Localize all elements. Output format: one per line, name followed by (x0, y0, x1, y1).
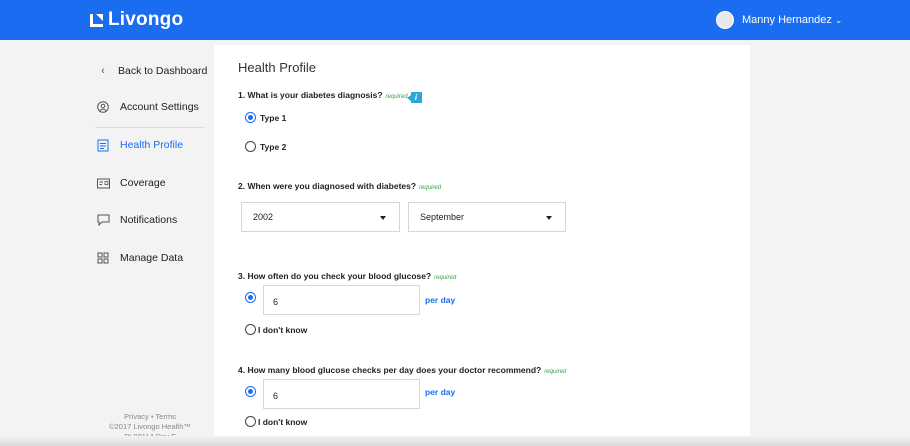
q3-checks-value: 6 (273, 297, 279, 307)
q3-dont-know-radio[interactable] (245, 324, 256, 335)
question-2: 2. When were you diagnosed with diabetes… (238, 181, 441, 191)
question-3-text: 3. How often do you check your blood glu… (238, 271, 432, 281)
sidebar: ‹ Back to Dashboard Account Settings Hea… (0, 40, 214, 446)
footer-copyright: ©2017 Livongo Health™ (109, 422, 191, 431)
back-to-dashboard-link[interactable]: ‹ Back to Dashboard (96, 64, 207, 78)
page-title: Health Profile (238, 60, 317, 75)
q4-checks-radio[interactable] (245, 386, 256, 397)
user-menu[interactable]: Manny Hernandez ⌄ (716, 11, 842, 29)
livongo-logo[interactable]: Livongo (89, 9, 183, 31)
month-select[interactable]: September (408, 202, 566, 232)
chevron-left-icon: ‹ (101, 65, 105, 77)
type-1-radio[interactable] (245, 112, 256, 123)
q3-checks-input[interactable]: 6 (263, 285, 420, 315)
sidebar-item-label: Health Profile (120, 139, 184, 151)
q3-dont-know-label: I don't know (258, 325, 308, 335)
livongo-logo-icon (89, 13, 104, 28)
document-icon (96, 138, 110, 152)
question-4: 4. How many blood glucose checks per day… (238, 365, 566, 375)
info-icon[interactable]: i (406, 92, 422, 103)
health-profile-panel: Health Profile 1. What is your diabetes … (214, 45, 750, 446)
sidebar-item-label: Manage Data (120, 252, 184, 264)
card-icon (96, 176, 110, 190)
sidebar-divider (95, 127, 205, 128)
brand-name: Livongo (108, 9, 184, 30)
account-icon (96, 100, 110, 114)
bottom-shadow (0, 436, 910, 446)
sidebar-item-account-settings[interactable]: Account Settings (96, 100, 199, 114)
type-2-label: Type 2 (260, 142, 287, 152)
sidebar-item-label: Coverage (120, 177, 166, 189)
footer-links[interactable]: Privacy • Terms (80, 412, 220, 422)
required-label: required (419, 185, 442, 191)
caret-down-icon (546, 216, 552, 220)
type-2-radio[interactable] (245, 141, 256, 152)
month-value: September (420, 212, 465, 222)
question-1-text: 1. What is your diabetes diagnosis? (238, 90, 383, 100)
q4-checks-input[interactable]: 6 (263, 379, 420, 409)
sidebar-item-health-profile[interactable]: Health Profile (96, 138, 183, 152)
sidebar-item-coverage[interactable]: Coverage (96, 176, 166, 190)
sidebar-item-label: Account Settings (120, 101, 199, 113)
year-select[interactable]: 2002 (241, 202, 400, 232)
sidebar-item-label: Notifications (120, 214, 178, 226)
required-label: required (385, 94, 408, 100)
back-label: Back to Dashboard (118, 65, 208, 77)
q4-unit: per day (425, 387, 456, 397)
top-bar: Livongo Manny Hernandez ⌄ (0, 0, 910, 40)
chevron-down-icon: ⌄ (834, 14, 843, 25)
user-name: Manny Hernandez (742, 14, 832, 26)
chat-bubble-icon (96, 213, 110, 227)
caret-down-icon (380, 216, 386, 220)
required-label: required (544, 369, 567, 375)
sidebar-item-notifications[interactable]: Notifications (96, 213, 177, 227)
question-4-text: 4. How many blood glucose checks per day… (238, 365, 542, 375)
q3-checks-radio[interactable] (245, 292, 256, 303)
q3-unit: per day (425, 295, 456, 305)
type-1-label: Type 1 (260, 113, 287, 123)
year-value: 2002 (253, 212, 274, 222)
question-2-text: 2. When were you diagnosed with diabetes… (238, 181, 417, 191)
question-3: 3. How often do you check your blood glu… (238, 271, 456, 281)
question-1: 1. What is your diabetes diagnosis? requi… (238, 90, 422, 103)
q4-dont-know-radio[interactable] (245, 416, 256, 427)
grid-icon (96, 251, 110, 265)
sidebar-item-manage-data[interactable]: Manage Data (96, 251, 183, 265)
q4-dont-know-label: I don't know (258, 417, 308, 427)
avatar (716, 11, 734, 29)
q4-checks-value: 6 (273, 391, 279, 401)
required-label: required (434, 275, 457, 281)
